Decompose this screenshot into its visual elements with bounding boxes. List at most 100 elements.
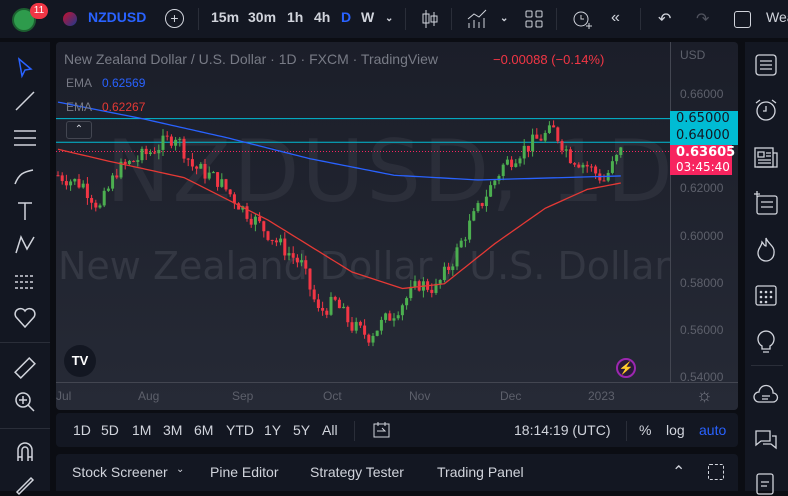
interval-w[interactable]: W [361,9,374,25]
heart-icon[interactable] [13,306,37,330]
symbol-search[interactable]: NZDUSD [88,9,146,25]
notes-icon[interactable] [753,470,779,496]
interval-1h[interactable]: 1h [287,9,303,25]
goto-date-icon[interactable] [373,421,391,439]
candle-body [321,307,325,311]
percent-toggle[interactable]: % [639,422,651,438]
currency-selector[interactable]: USD [680,48,705,62]
interval-d[interactable]: D [341,9,351,25]
range-all[interactable]: All [322,422,338,438]
ruler-icon[interactable] [13,356,37,380]
indicators-icon[interactable] [466,9,488,29]
lightning-icon[interactable]: ⚡ [616,358,636,378]
tab-strategy-tester[interactable]: Strategy Tester [310,464,404,480]
candle-body [489,185,493,197]
candle-body [312,289,316,300]
legend-change: −0.00088 (−0.14%) [493,52,605,67]
text-icon[interactable] [13,199,37,223]
range-ytd[interactable]: YTD [226,422,254,438]
candle-body [552,125,556,128]
chevron-down-icon[interactable]: ⌄ [385,13,393,24]
trend-line-icon[interactable] [13,89,37,113]
range-1m[interactable]: 1M [132,422,151,438]
prediction-icon[interactable] [13,270,37,294]
candle-body [182,138,186,159]
price-tick: 0.62000 [680,181,724,196]
range-3m[interactable]: 3M [163,422,182,438]
brush-icon[interactable] [13,164,37,188]
chats-icon[interactable] [753,427,779,453]
range-5d[interactable]: 5D [101,422,119,438]
alert-icon[interactable] [571,8,593,30]
flag-icon [63,12,77,26]
range-1y[interactable]: 1Y [264,422,281,438]
candle-body [430,289,434,293]
tab-stock-screener[interactable]: Stock Screener [72,464,168,480]
hotlist-fire-icon[interactable] [753,236,779,262]
range-1d[interactable]: 1D [73,422,91,438]
calendar-icon[interactable] [753,282,779,308]
tab-pine-editor[interactable]: Pine Editor [210,464,278,480]
chevron-down-icon[interactable]: ⌄ [500,13,508,24]
interval-4h[interactable]: 4h [314,9,330,25]
candle-body [153,152,157,154]
fib-icon[interactable] [13,126,37,150]
candlestick-plot[interactable] [56,42,670,382]
fullscreen-checkbox[interactable] [734,11,751,28]
replay-icon[interactable]: « [611,9,620,27]
candle-body [505,159,509,165]
candle-body [333,296,337,300]
utc-clock[interactable]: 18:14:19 (UTC) [514,422,610,438]
candle-body [568,149,572,164]
range-5y[interactable]: 5Y [293,422,310,438]
layout-grid-icon[interactable] [525,10,543,28]
maximize-panel-icon[interactable] [708,464,724,480]
tab-trading-panel[interactable]: Trading Panel [437,464,524,480]
candle-body [413,281,417,287]
add-list-icon[interactable] [753,190,779,216]
candle-body [539,138,543,141]
candle-body [602,180,606,182]
auto-toggle[interactable]: auto [699,422,726,438]
watchlist-label[interactable]: Wea [766,9,788,25]
compare-plus-icon[interactable]: + [165,9,184,28]
zoom-in-icon[interactable] [13,390,37,414]
chat-cloud-icon[interactable] [753,382,779,408]
cursor-icon[interactable] [13,56,37,80]
collapse-panel-icon[interactable]: ⌃ [672,462,685,482]
candle-body [329,296,333,315]
news-icon[interactable] [753,144,779,170]
chart-pane[interactable]: NZDUSD, 1D New Zealand Dollar / U.S. Dol… [56,42,738,410]
tradingview-logo: TV [64,345,96,377]
log-toggle[interactable]: log [666,422,685,438]
redo-icon[interactable]: ↷ [696,9,709,29]
magnet-icon[interactable] [13,440,37,464]
candle-body [245,206,249,219]
candle-body [220,179,224,187]
undo-icon[interactable]: ↶ [658,9,671,29]
candle-body [73,178,77,182]
ema-red-line [57,148,621,290]
candles-icon[interactable] [421,9,439,29]
range-6m[interactable]: 6M [194,422,213,438]
ema1-label: EMA [66,76,93,90]
watchlist-icon[interactable] [753,52,779,78]
candle-body [287,253,291,256]
interval-30m[interactable]: 30m [248,9,276,25]
candle-body [615,154,619,162]
candle-body [375,330,379,336]
pattern-icon[interactable] [13,233,37,257]
settings-gear-icon[interactable]: ☼ [696,385,713,406]
ideas-bulb-icon[interactable] [753,328,779,354]
candle-body [547,125,551,133]
alarm-clock-icon[interactable] [753,97,779,123]
candle-body [363,325,367,335]
interval-15m[interactable]: 15m [211,9,239,25]
candle-body [589,166,593,168]
collapse-legend-button[interactable]: ⌃ [66,121,92,139]
chevron-down-icon[interactable]: ⌄ [176,464,184,475]
lock-drawing-icon[interactable] [13,472,37,496]
candle-body [468,220,472,240]
candle-body [379,319,383,331]
candle-body [190,159,194,167]
